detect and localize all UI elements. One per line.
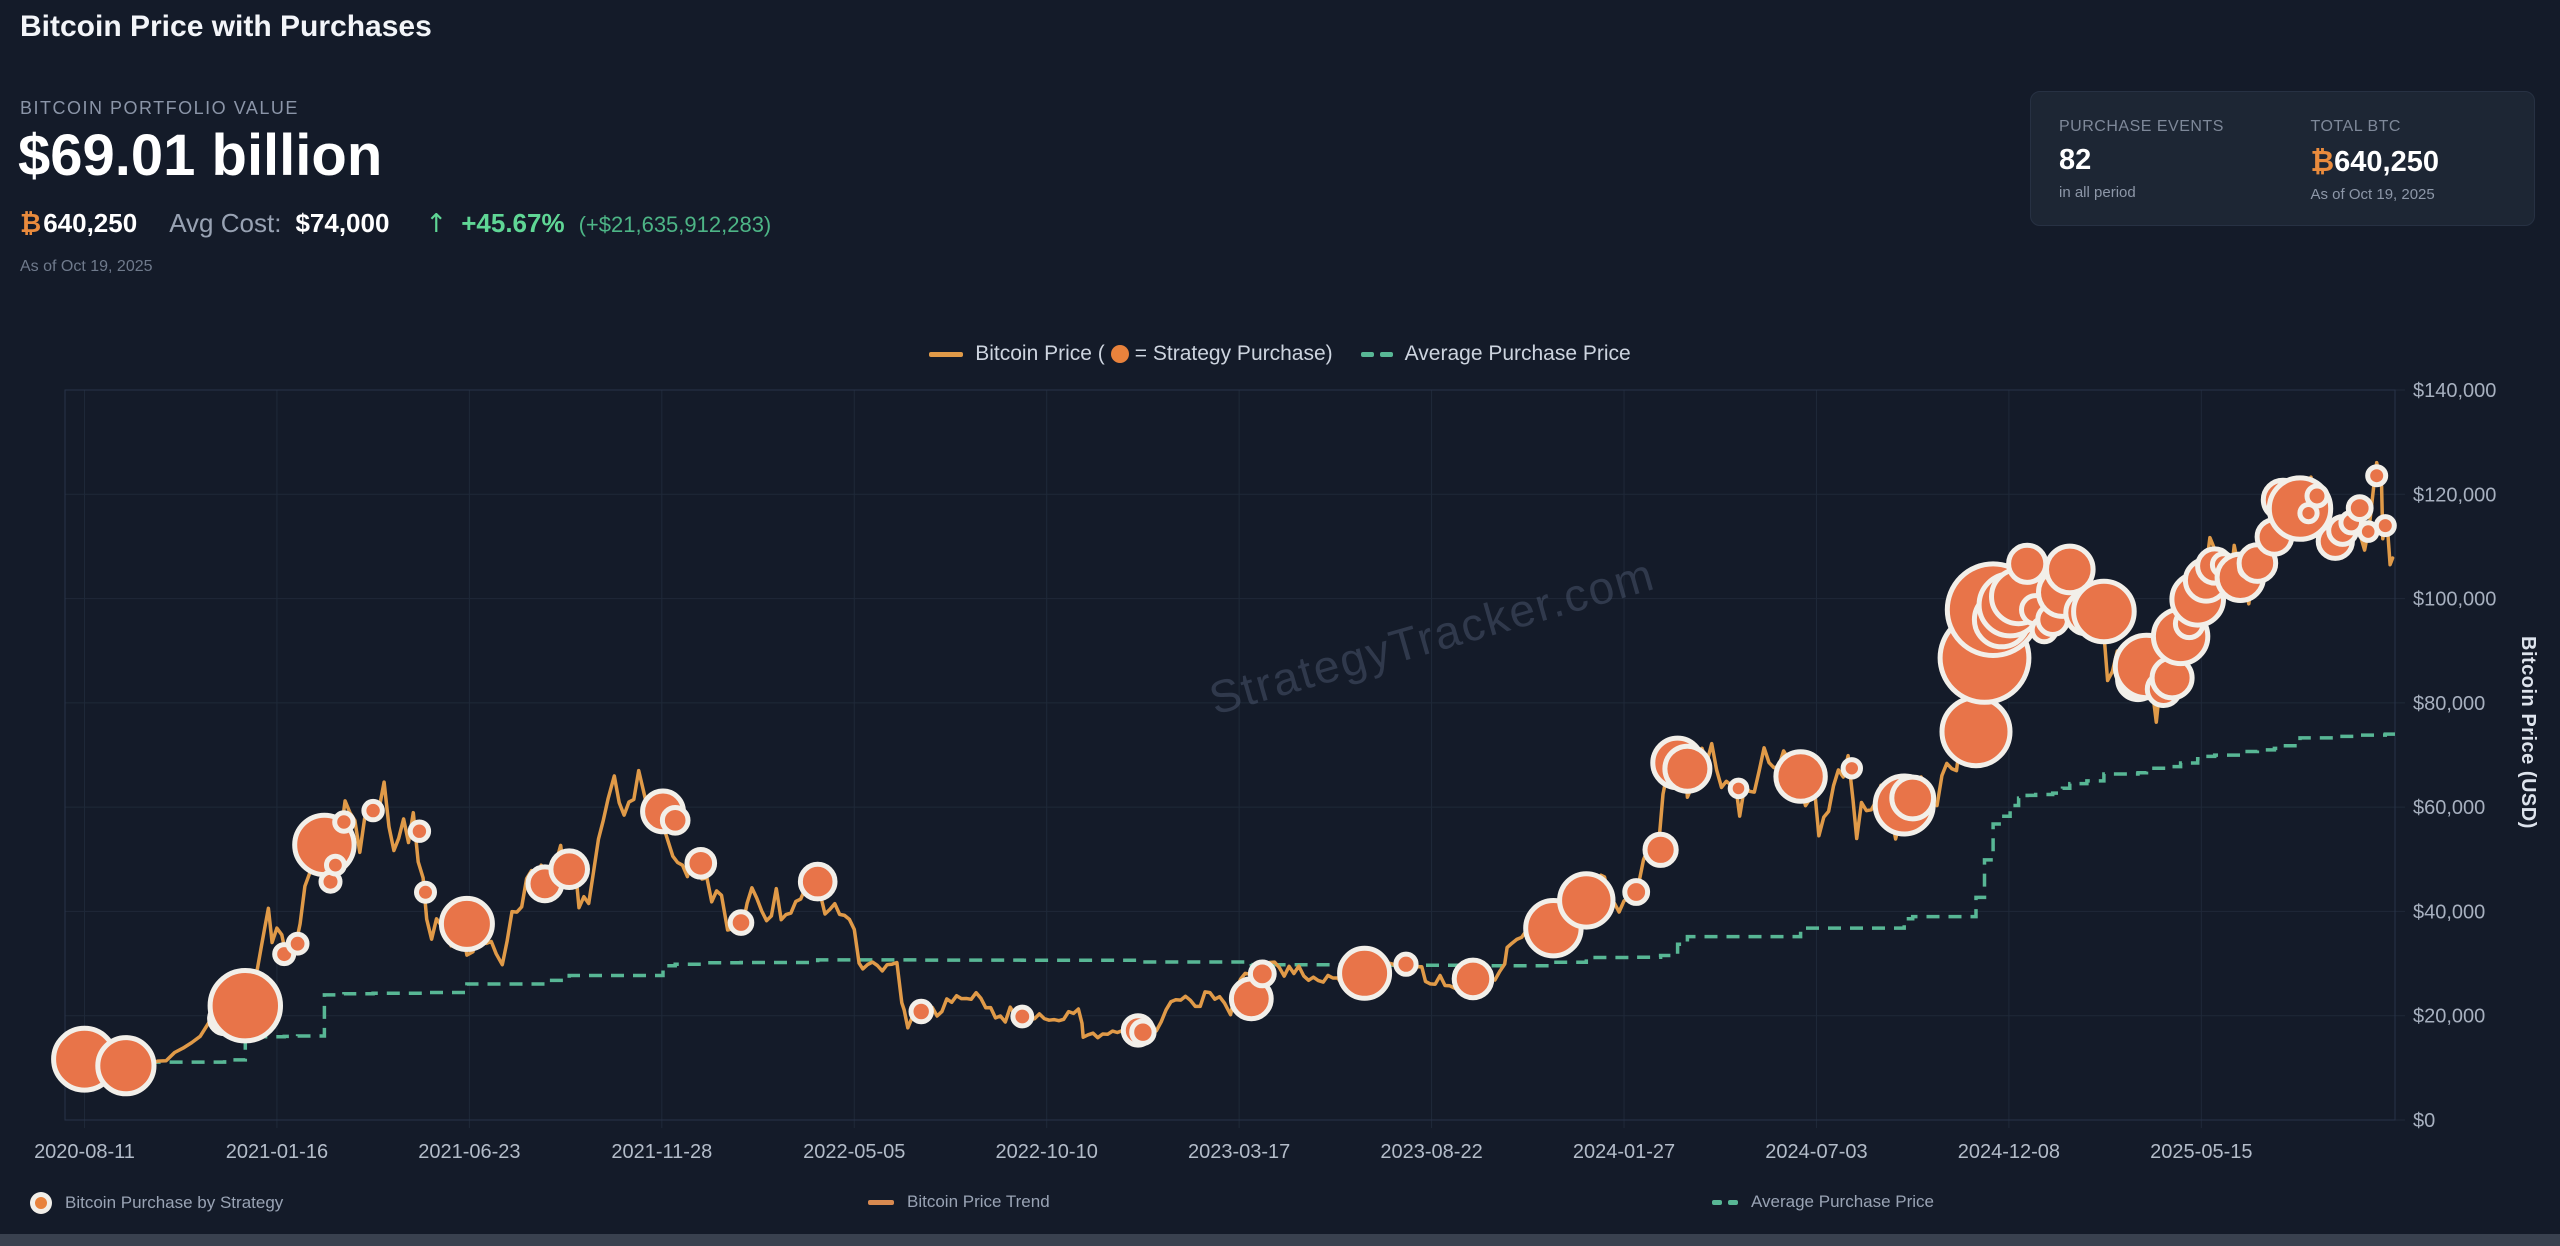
legend-bottom-purchase[interactable]: Bitcoin Purchase by Strategy	[30, 1192, 283, 1214]
legend-bottom-avg-label: Average Purchase Price	[1751, 1192, 1934, 1212]
y-axis-tick-label: $140,000	[2413, 380, 2496, 402]
purchase-bubble[interactable]	[687, 850, 715, 878]
x-axis-tick-label: 2024-07-03	[1765, 1141, 1867, 1163]
price-trend-dash-icon	[868, 1200, 894, 1205]
x-axis-tick-label: 2022-05-05	[803, 1141, 905, 1163]
purchase-bubble[interactable]	[1132, 1021, 1154, 1043]
purchase-bubble[interactable]	[327, 856, 345, 874]
purchase-bubble-icon	[30, 1192, 52, 1214]
x-axis-tick-label: 2023-08-22	[1380, 1141, 1482, 1163]
purchase-bubble[interactable]	[1340, 948, 1390, 998]
y-axis-tick-label: $0	[2413, 1110, 2435, 1132]
purchase-bubble[interactable]	[1396, 954, 1416, 974]
purchase-bubble[interactable]	[2376, 517, 2394, 535]
y-axis-tick-label: $20,000	[2413, 1006, 2485, 1028]
legend-bottom-average[interactable]: Average Purchase Price	[1712, 1192, 1934, 1212]
purchase-bubble[interactable]	[335, 813, 353, 831]
purchase-bubble[interactable]	[2009, 545, 2046, 582]
purchase-bubble[interactable]	[1942, 698, 2010, 766]
purchase-bubble[interactable]	[1776, 752, 1825, 801]
y-axis-tick-label: $60,000	[2413, 797, 2485, 819]
purchase-bubble[interactable]	[730, 912, 752, 934]
y-axis-tick-label: $40,000	[2413, 901, 2485, 923]
y-axis-tick-label: $100,000	[2413, 589, 2496, 611]
x-axis-tick-label: 2020-08-11	[34, 1141, 135, 1163]
x-axis-tick-label: 2021-11-28	[611, 1141, 712, 1163]
purchase-bubble[interactable]	[1645, 834, 1676, 865]
purchase-bubble[interactable]	[662, 808, 688, 834]
x-axis-tick-label: 2025-05-15	[2150, 1141, 2252, 1163]
purchase-bubble[interactable]	[1625, 881, 1648, 904]
x-axis-tick-label: 2022-10-10	[996, 1141, 1098, 1163]
legend-bottom-purchase-label: Bitcoin Purchase by Strategy	[65, 1193, 283, 1213]
x-axis-tick-label: 2024-12-08	[1958, 1141, 2060, 1163]
purchase-bubble[interactable]	[417, 883, 435, 901]
purchase-bubble[interactable]	[551, 851, 588, 888]
footer-scrollbar[interactable]	[0, 1234, 2560, 1246]
purchase-bubble[interactable]	[911, 1001, 931, 1021]
purchase-bubble[interactable]	[800, 864, 835, 899]
purchase-bubble[interactable]	[1730, 780, 1747, 797]
purchase-bubble[interactable]	[210, 971, 280, 1041]
purchase-bubble[interactable]	[1013, 1007, 1032, 1026]
legend-bottom-price-trend[interactable]: Bitcoin Price Trend	[868, 1192, 1050, 1212]
purchase-bubble[interactable]	[1250, 962, 1274, 986]
purchase-bubble[interactable]	[1560, 874, 1613, 927]
purchase-bubble[interactable]	[410, 822, 428, 840]
y-axis-title: Bitcoin Price (USD)	[2516, 636, 2539, 829]
x-axis-tick-label: 2023-03-17	[1188, 1141, 1290, 1163]
purchase-bubble[interactable]	[1454, 960, 1492, 998]
x-axis-tick-label: 2021-06-23	[418, 1141, 520, 1163]
price-chart-svg[interactable]: $0 $20,000 $40,000 $60,000 $80,000 $100,000 $1…	[0, 0, 2560, 1246]
purchase-bubble[interactable]	[2307, 486, 2327, 506]
purchase-bubble[interactable]	[98, 1038, 154, 1094]
purchase-bubble[interactable]	[1665, 746, 1710, 791]
y-axis-tick-label: $120,000	[2413, 484, 2496, 506]
x-axis-tick-label: 2021-01-16	[226, 1141, 328, 1163]
purchase-bubble[interactable]	[441, 898, 492, 949]
purchase-bubble[interactable]	[288, 934, 307, 953]
purchase-bubble[interactable]	[2074, 581, 2135, 642]
purchase-bubble[interactable]	[2368, 467, 2386, 485]
purchase-bubble[interactable]	[1843, 760, 1860, 777]
purchase-bubble[interactable]	[2348, 497, 2371, 520]
legend-bottom-price-label: Bitcoin Price Trend	[907, 1192, 1050, 1212]
purchase-bubble[interactable]	[364, 801, 382, 819]
purchase-bubble[interactable]	[1892, 777, 1934, 819]
x-axis-tick-label: 2024-01-27	[1573, 1141, 1675, 1163]
y-axis-tick-label: $80,000	[2413, 693, 2485, 715]
avg-dash-icon	[1712, 1200, 1738, 1205]
